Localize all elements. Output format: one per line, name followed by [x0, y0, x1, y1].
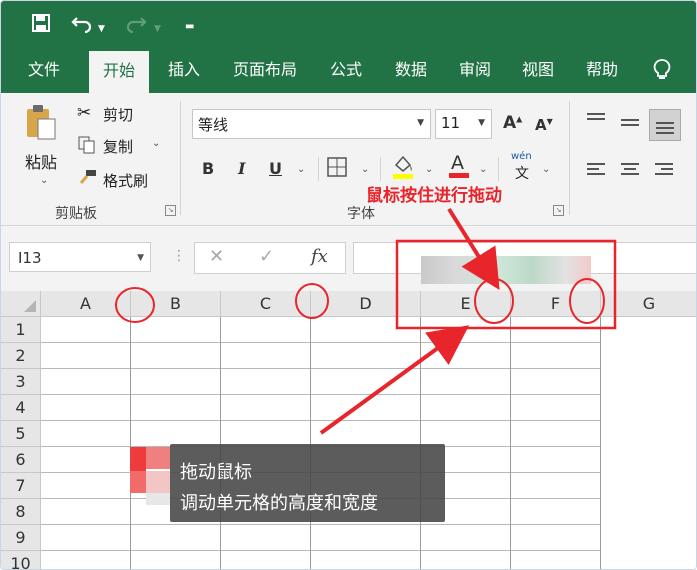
circle-marker-ab [115, 287, 155, 323]
circle-marker-fg [569, 278, 605, 324]
circle-marker-cd [295, 283, 329, 319]
annotation-overlay [115, 207, 617, 435]
excel-window: ▼ ▼ ▬ 文件 开始 插入 页面布局 公式 数据 审阅 视图 帮助 粘贴 ⌄ … [0, 0, 697, 570]
arrow-up-to-header [319, 325, 470, 435]
circle-marker-ef [474, 278, 514, 324]
